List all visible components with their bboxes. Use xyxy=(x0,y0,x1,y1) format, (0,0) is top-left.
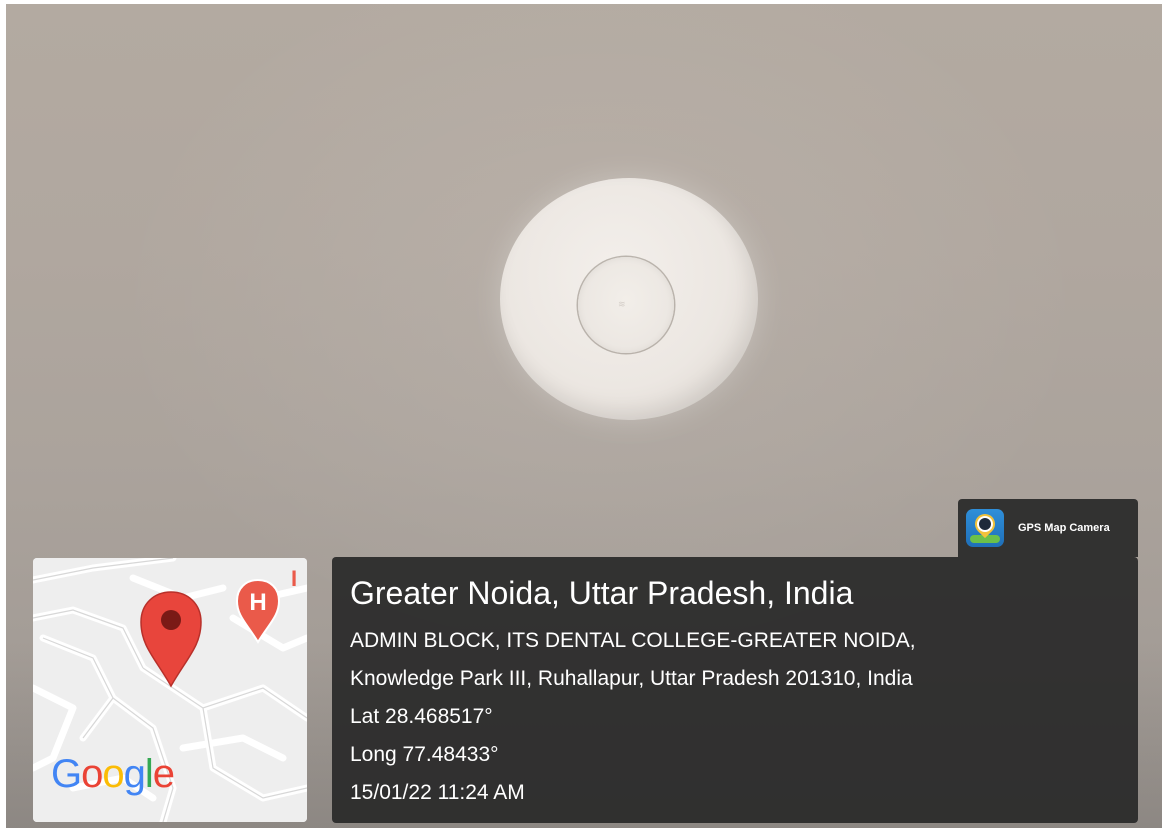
access-point-logo-icon: ≋ xyxy=(618,299,626,309)
address-line-2: Knowledge Park III, Ruhallapur, Uttar Pr… xyxy=(350,667,913,690)
access-point-center-disc: ≋ xyxy=(578,257,674,353)
map-thumbnail: H I Google xyxy=(33,558,307,822)
hospital-label: H xyxy=(249,589,266,616)
app-name-label: GPS Map Camera xyxy=(1018,522,1110,534)
map-edge-label: I xyxy=(291,566,297,591)
gps-map-camera-app-icon xyxy=(966,509,1004,547)
address-line-1: ADMIN BLOCK, ITS DENTAL COLLEGE-GREATER … xyxy=(350,629,916,652)
location-info-panel: Greater Noida, Uttar Pradesh, India ADMI… xyxy=(332,557,1138,823)
place-title: Greater Noida, Uttar Pradesh, India xyxy=(350,575,854,611)
latitude-text: Lat 28.468517° xyxy=(350,705,493,728)
frame-border-left xyxy=(0,0,6,836)
frame-border-top xyxy=(0,0,1166,4)
google-logo: Google xyxy=(51,752,175,796)
frame-border-right xyxy=(1162,0,1166,836)
app-badge: GPS Map Camera xyxy=(958,499,1138,557)
longitude-text: Long 77.48433° xyxy=(350,743,499,766)
frame-border-bottom xyxy=(0,828,1166,836)
wireless-access-point: ≋ xyxy=(500,178,758,420)
timestamp-text: 15/01/22 11:24 AM xyxy=(350,781,525,804)
